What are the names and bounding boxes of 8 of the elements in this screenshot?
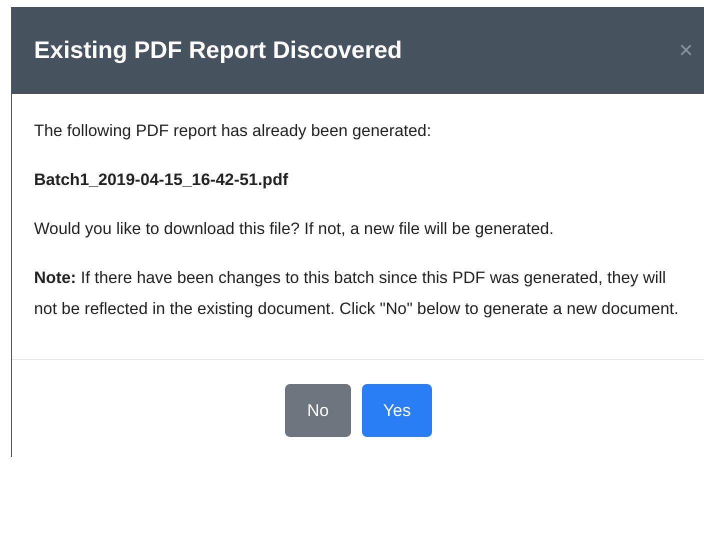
close-button[interactable]: ×: [678, 36, 693, 64]
paragraph: Would you like to download this file? If not, a new file will be generated.: [34, 219, 555, 240]
file-name: Batch1_2019-04-15_16-42-51.pdf: [34, 170, 290, 191]
yes-button[interactable]: Yes: [362, 384, 432, 437]
dialog-title: Existing PDF Report Discovered: [34, 36, 402, 64]
paragraph: The following PDF report has already been generated:: [34, 121, 432, 142]
paragraph: Note: If there have been changes to this batch since this PDF was generated, they will not be reflected in the existing document. Click "No" below to generate a new document.: [34, 268, 680, 320]
no-button[interactable]: No: [285, 384, 351, 437]
